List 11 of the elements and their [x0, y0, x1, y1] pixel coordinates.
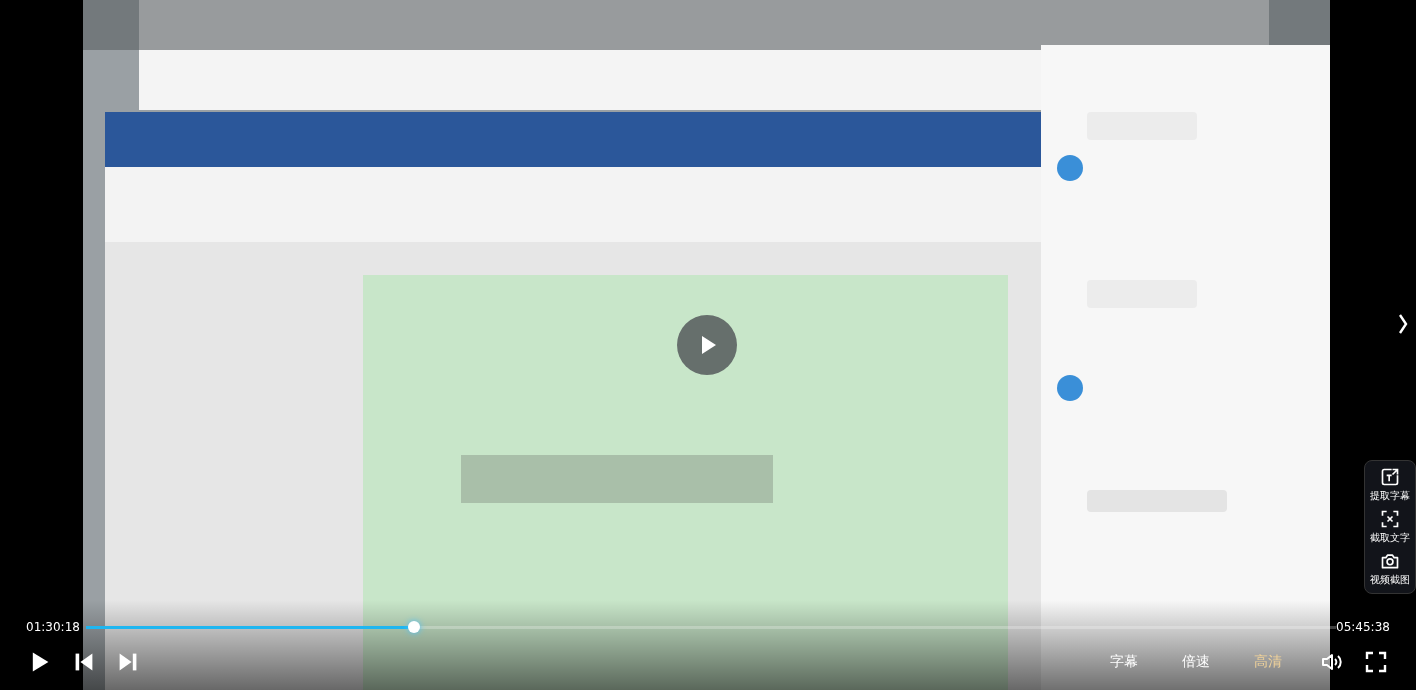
chevron-right-icon[interactable] [1397, 312, 1409, 336]
tool-button[interactable]: 截取文字 [1370, 509, 1410, 545]
tool-button[interactable]: 提取字幕 [1370, 467, 1410, 503]
text-export-icon [1380, 467, 1400, 487]
play-icon[interactable] [677, 315, 737, 375]
scan-text-icon [1380, 509, 1400, 529]
elapsed-time: 01:30:18 [26, 620, 78, 634]
duration-time: 05:45:38 [1336, 620, 1388, 634]
tool-button[interactable]: 视频截图 [1370, 551, 1410, 587]
camera-icon [1380, 551, 1400, 571]
fullscreen-button[interactable] [1364, 650, 1388, 674]
